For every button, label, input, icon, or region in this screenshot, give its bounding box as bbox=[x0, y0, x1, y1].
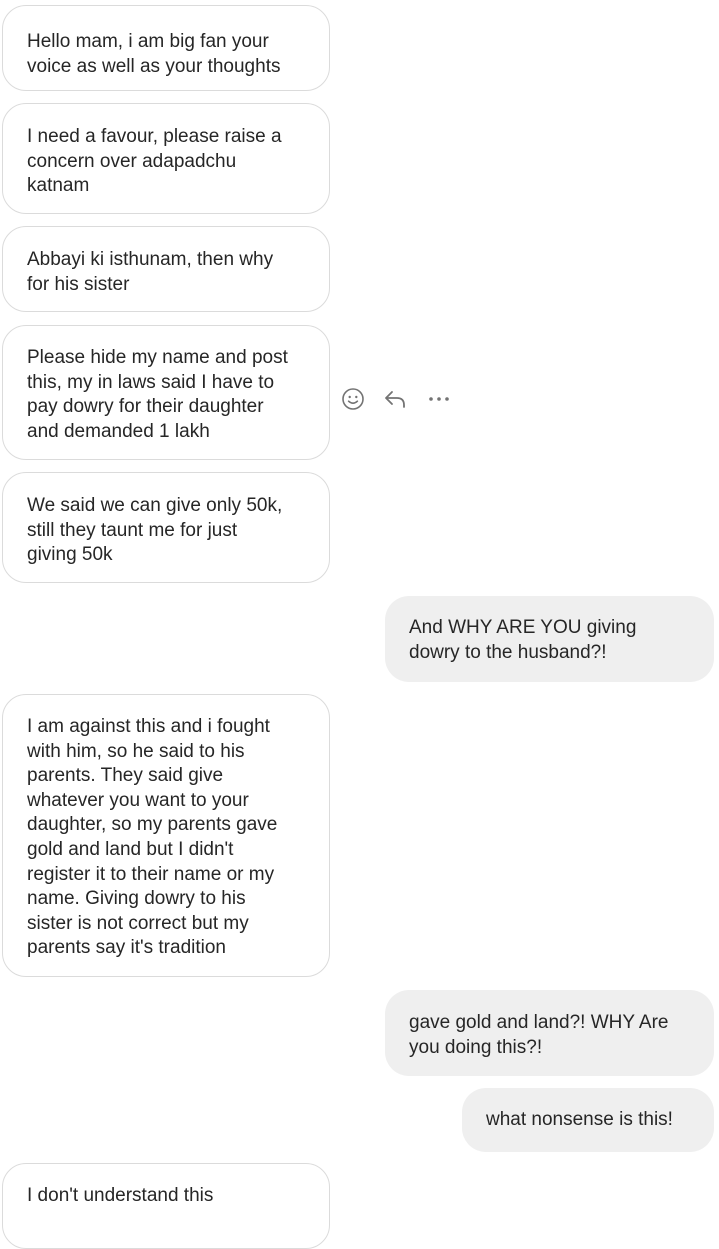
message-hover-actions bbox=[338, 382, 468, 416]
received-message[interactable]: I am against this and i fought with him,… bbox=[2, 694, 330, 977]
react-button[interactable] bbox=[338, 384, 367, 414]
received-message[interactable]: I don't understand this bbox=[2, 1163, 330, 1249]
received-message[interactable]: Abbayi ki isthunam, then why for his sis… bbox=[2, 226, 330, 312]
reply-button[interactable] bbox=[381, 384, 410, 414]
more-dots-icon bbox=[429, 397, 450, 401]
received-message[interactable]: We said we can give only 50k, still they… bbox=[2, 472, 330, 583]
sent-message[interactable]: And WHY ARE YOU giving dowry to the husb… bbox=[385, 596, 714, 682]
smiley-icon bbox=[341, 388, 364, 410]
received-message[interactable]: Please hide my name and post this, my in… bbox=[2, 325, 330, 460]
sent-message[interactable]: gave gold and land?! WHY Are you doing t… bbox=[385, 990, 714, 1076]
received-message[interactable]: I need a favour, please raise a concern … bbox=[2, 103, 330, 214]
received-message[interactable]: Hello mam, i am big fan your voice as we… bbox=[2, 5, 330, 91]
more-options-button[interactable] bbox=[425, 384, 454, 414]
reply-arrow-icon bbox=[385, 391, 405, 408]
message-thread: Hello mam, i am big fan your voice as we… bbox=[0, 0, 719, 1249]
sent-message[interactable]: what nonsense is this! bbox=[462, 1088, 714, 1152]
